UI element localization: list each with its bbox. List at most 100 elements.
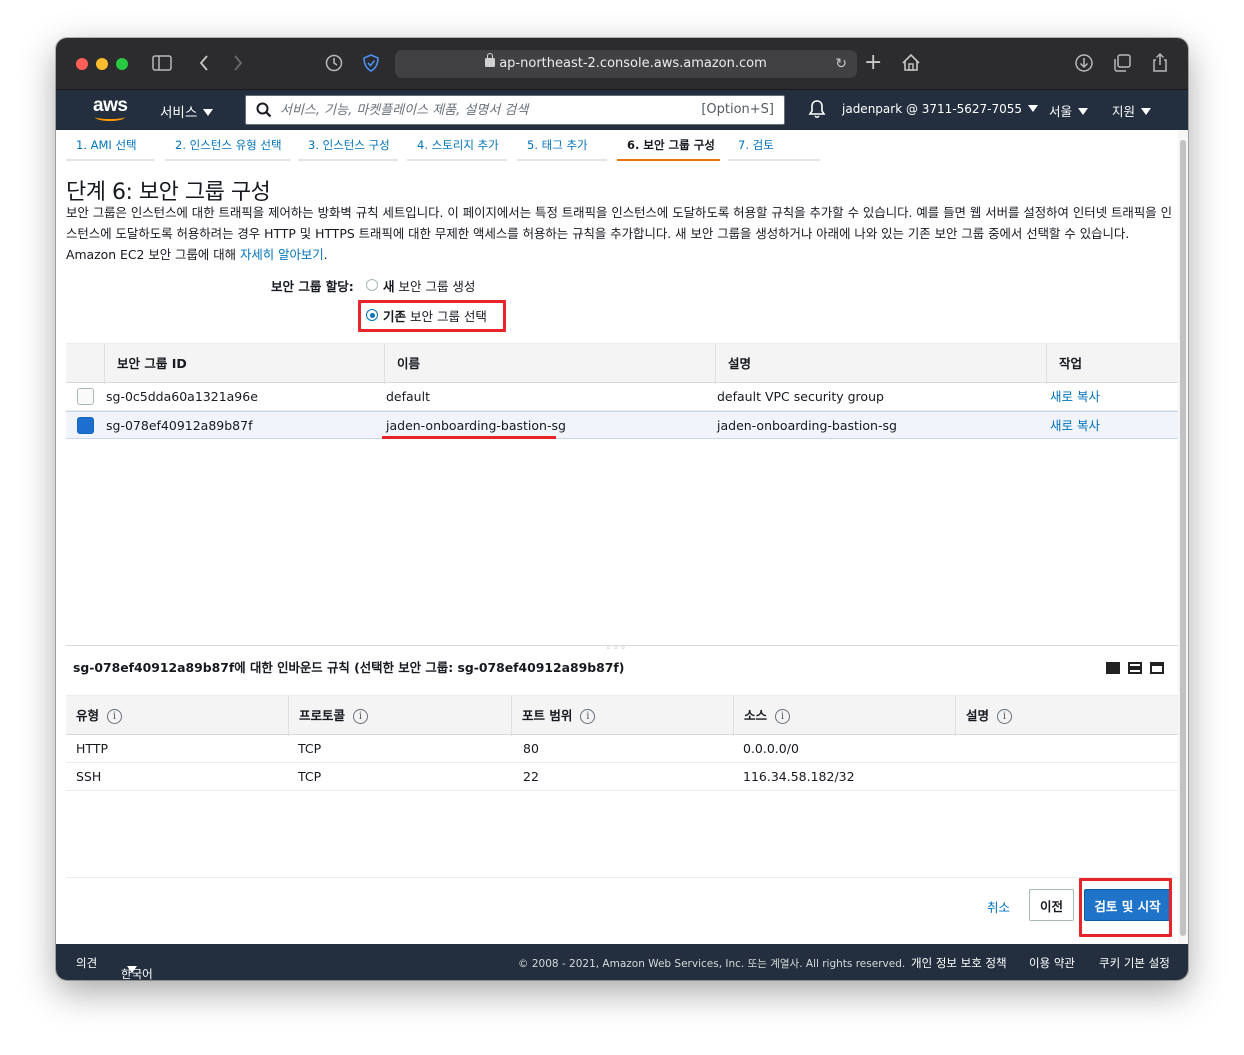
browser-toolbar: ap-northeast-2.console.aws.amazon.com ↻ …	[56, 38, 1188, 90]
learn-more-link[interactable]: 자세히 알아보기	[240, 247, 324, 262]
wizard-step-instance-type[interactable]: 2. 인스턴스 유형 선택	[165, 130, 290, 161]
tab-overview-icon[interactable]	[1112, 50, 1132, 76]
col-header-port-range: 포트 범위 i	[511, 696, 733, 736]
security-group-name: jaden-onboarding-bastion-sg	[386, 418, 566, 433]
terms-link[interactable]: 이용 약관	[1029, 955, 1075, 971]
caret-down-icon	[127, 966, 137, 973]
radio-new-rest: 보안 그룹 생성	[394, 279, 476, 294]
region-menu[interactable]: 서울	[1049, 101, 1089, 120]
back-icon[interactable]	[198, 50, 212, 76]
col-header-description[interactable]: 설명	[715, 344, 1046, 384]
cancel-button[interactable]: 취소	[987, 897, 1010, 916]
table-row[interactable]: sg-0c5dda60a1321a96e default default VPC…	[66, 383, 1178, 411]
privacy-shield-icon[interactable]	[361, 50, 381, 76]
search-shortcut-hint: [Option+S]	[701, 102, 774, 117]
aws-smile-icon	[95, 113, 125, 121]
forward-icon[interactable]	[232, 50, 246, 76]
panel-expand-icon[interactable]	[1150, 662, 1164, 674]
info-icon[interactable]: i	[775, 709, 791, 724]
security-group-table-header: 보안 그룹 ID 이름 설명 작업	[66, 343, 1178, 384]
account-menu[interactable]: jadenpark @ 3711-5627-7055	[842, 102, 1039, 116]
wizard-step-ami[interactable]: 1. AMI 선택	[66, 130, 154, 161]
downloads-icon[interactable]	[1074, 50, 1094, 76]
security-group-table: 보안 그룹 ID 이름 설명 작업 sg-0c5dda60a1321a96e d…	[66, 343, 1178, 439]
panel-collapse-icon[interactable]	[1106, 662, 1120, 674]
col-header-group-id[interactable]: 보안 그룹 ID	[104, 344, 384, 384]
col-header-protocol-label: 프로토콜	[299, 708, 346, 723]
copy-to-new-link[interactable]: 새로 복사	[1050, 412, 1100, 439]
search-icon	[256, 102, 272, 122]
info-icon[interactable]: i	[107, 709, 123, 724]
security-group-description: jaden-onboarding-bastion-sg	[717, 418, 897, 433]
cookie-preferences-link[interactable]: 쿠키 기본 설정	[1099, 955, 1170, 971]
wizard-step-security-group[interactable]: 6. 보안 그룹 구성	[617, 130, 720, 161]
radio-new-bold: 새	[383, 279, 395, 294]
services-menu[interactable]: 서비스	[160, 101, 214, 121]
table-row-selected[interactable]: sg-078ef40912a89b87f jaden-onboarding-ba…	[66, 411, 1178, 439]
reload-icon[interactable]: ↻	[835, 50, 847, 78]
close-window-button[interactable]	[76, 58, 88, 70]
inbound-rules-title: sg-078ef40912a89b87f에 대한 인바운드 규칙 (선택한 보안…	[73, 660, 625, 675]
col-header-desc-label: 설명	[966, 708, 990, 723]
support-label: 지원	[1112, 104, 1136, 119]
col-header-name[interactable]: 이름	[384, 344, 715, 384]
share-icon[interactable]	[1150, 50, 1170, 76]
radio-new-label: 새 보안 그룹 생성	[383, 276, 475, 295]
annotation-underline	[382, 436, 556, 439]
security-group-id: sg-078ef40912a89b87f	[106, 418, 253, 433]
copy-to-new-link[interactable]: 새로 복사	[1050, 383, 1100, 410]
col-header-protocol: 프로토콜 i	[288, 696, 511, 736]
description-text: 보안 그룹은 인스턴스에 대한 트래픽을 제어하는 방화벽 규칙 세트입니다. …	[66, 205, 1172, 262]
info-icon[interactable]: i	[580, 709, 596, 724]
row-checkbox-checked[interactable]	[77, 417, 94, 434]
description-end: .	[323, 247, 328, 262]
url-text: ap-northeast-2.console.aws.amazon.com	[499, 56, 767, 71]
notifications-bell-icon[interactable]	[808, 99, 826, 123]
annotation-highlight-box	[1079, 878, 1172, 937]
row-checkbox[interactable]	[77, 388, 94, 405]
sidebar-icon[interactable]	[152, 50, 174, 76]
radio-new-security-group[interactable]	[366, 279, 378, 291]
wizard-step-storage[interactable]: 4. 스토리지 추가	[407, 130, 507, 161]
address-bar[interactable]: ap-northeast-2.console.aws.amazon.com ↻	[395, 50, 857, 78]
caret-down-icon	[1028, 105, 1039, 112]
aws-logo[interactable]: aws	[92, 95, 128, 123]
rule-port: 22	[523, 769, 539, 784]
history-icon[interactable]	[324, 50, 344, 76]
inbound-rules-header: 유형 i 프로토콜 i 포트 범위 i 소스 i 설명 i	[66, 695, 1178, 736]
panel-split-icon[interactable]	[1128, 662, 1142, 674]
col-header-source: 소스 i	[733, 696, 955, 736]
info-icon[interactable]: i	[353, 709, 369, 724]
console-search[interactable]: [Option+S]	[245, 95, 785, 125]
previous-button[interactable]: 이전	[1029, 889, 1074, 921]
wizard-step-review[interactable]: 7. 검토	[728, 130, 820, 161]
actions-divider	[66, 877, 1178, 878]
scrollbar-thumb[interactable]	[1180, 140, 1186, 936]
page-scrollbar[interactable]	[1178, 130, 1188, 944]
home-icon[interactable]	[900, 50, 922, 76]
feedback-link[interactable]: 의견	[76, 955, 97, 971]
security-group-id: sg-0c5dda60a1321a96e	[106, 389, 258, 404]
zoom-window-button[interactable]	[116, 58, 128, 70]
info-icon[interactable]: i	[997, 709, 1013, 724]
col-header-type-label: 유형	[76, 708, 100, 723]
privacy-policy-link[interactable]: 개인 정보 보호 정책	[911, 955, 1007, 971]
table-row: SSH TCP 22 116.34.58.182/32	[66, 763, 1178, 791]
panel-divider	[66, 645, 1178, 646]
rule-source: 0.0.0.0/0	[743, 741, 799, 756]
support-menu[interactable]: 지원	[1112, 101, 1152, 120]
rule-type: HTTP	[76, 741, 108, 756]
aws-navbar: aws 서비스 [Option+S] jadenpark @ 3711-5627…	[56, 90, 1188, 130]
wizard-step-tags[interactable]: 5. 태그 추가	[517, 130, 607, 161]
wizard-step-configure[interactable]: 3. 인스턴스 구성	[298, 130, 398, 161]
new-tab-icon[interactable]: +	[864, 50, 882, 76]
rule-port: 80	[523, 741, 539, 756]
col-header-source-label: 소스	[744, 708, 768, 723]
minimize-window-button[interactable]	[96, 58, 108, 70]
security-group-description: default VPC security group	[717, 389, 884, 404]
col-header-actions: 작업	[1046, 344, 1178, 384]
table-row: HTTP TCP 80 0.0.0.0/0	[66, 735, 1178, 763]
copyright-text: © 2008 - 2021, Amazon Web Services, Inc.…	[518, 958, 906, 970]
browser-window: ap-northeast-2.console.aws.amazon.com ↻ …	[56, 38, 1188, 980]
search-input[interactable]	[280, 100, 690, 120]
